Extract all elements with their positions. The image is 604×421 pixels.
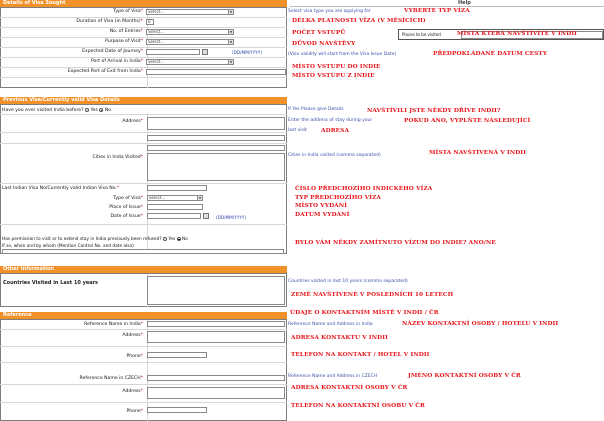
annotation-ref-india-name: NÁZEV KONTAKTNÍ OSOBY / HOTELU V INDII [402, 321, 559, 327]
purpose-label: Purpose of Visit* [105, 39, 143, 44]
section-header-previous-visa: Previous Visa/Currently valid Visa Detai… [0, 97, 287, 104]
places-visited-label: Places to be visited [402, 32, 441, 37]
prev-address-line2[interactable] [147, 135, 285, 141]
annotation-last-visa-no: ČÍSLO PŘEDCHOZÍHO INDICKÉHO VÍZA [295, 186, 433, 192]
annotation-purpose: DŮVOD NÁVŠTĚVY [292, 41, 356, 47]
refused-question: Has permission to visit or to extend sta… [2, 237, 188, 242]
annotation-ref-czech-address: ADRESA KONTAKTNÍ OSOBY V ČR [291, 385, 408, 391]
annotation-refused: BYLO VÁM NĚKDY ZAMÍTNUTO VÍZUM DO INDIE?… [295, 240, 496, 246]
section-header-reference: Reference [0, 312, 287, 319]
annotation-port-arrival: MÍSTO VSTUPU DO INDIE [292, 64, 381, 70]
annotation-if-yes: POKUD ANO, VYPLŇTE NÁSLEDUJÍCÍ [404, 118, 531, 124]
refused-detail-input[interactable] [2, 249, 284, 254]
last-visa-no-input[interactable] [147, 185, 207, 191]
hint-address: Enter the address of stay during your [288, 118, 373, 123]
annotation-ref-czech-phone: TELEFON NA KONTAKTNÍ OSOBU V ČR [291, 403, 425, 409]
annotation-port-exit: MÍSTO VSTUPU Z INDIE [292, 73, 375, 79]
prev-address-label: Address* [122, 119, 143, 124]
annotation-journey-date: PŘEDPOKLÁDANÉ DATUM CESTY [433, 51, 548, 57]
hint-cities: Cities in India visited (comma separated… [288, 153, 381, 158]
ref-india-phone-label: Phone* [126, 354, 143, 359]
hint-visa-validity: (Visa validity will start from the Visa … [288, 52, 397, 57]
hint-last-visit: last visit [288, 128, 307, 133]
annotation-cities: MÍSTA NAVŠTÍVENÁ V INDII [429, 150, 527, 156]
ref-czech-address-label: Address* [122, 389, 143, 394]
ref-czech-address-textarea[interactable] [147, 387, 285, 399]
journey-date-input[interactable] [146, 49, 200, 55]
prev-visa-type-select[interactable]: Select... ▼ [147, 195, 203, 201]
date-issue-label: Date of Issue* [110, 214, 143, 219]
prev-visa-type-label: Type of Visa* [113, 196, 143, 201]
countries-visited-textarea[interactable] [147, 276, 285, 305]
refused-no-radio[interactable] [176, 237, 181, 241]
dropdown-arrow-icon: ▼ [228, 10, 233, 14]
date-issue-input[interactable] [147, 213, 201, 219]
ref-india-name-label: Reference Name in India* [84, 322, 143, 327]
place-issue-label: Place of Issue* [109, 205, 143, 210]
port-exit-label: Expected Port of Exit from India* [67, 69, 143, 74]
last-visa-no-label: Last Indian Visa No/Currently valid Indi… [2, 186, 120, 191]
prev-address-line3[interactable] [147, 145, 285, 151]
duration-input[interactable]: 0 [146, 19, 154, 25]
section-header-visa-sought: Details of Visa Sought [0, 0, 287, 7]
prev-address-textarea[interactable] [147, 117, 285, 130]
journey-date-label: Expected Date of Journey* [82, 49, 143, 54]
hint-ref-czech: Reference Name and Address in CZECH [288, 374, 378, 379]
visited-before-label: Have you ever visited India before? Yes … [2, 108, 112, 113]
dropdown-arrow-icon: ▼ [197, 196, 202, 200]
ref-india-phone-input[interactable] [147, 352, 207, 358]
hint-places: If Yes Please give Details [288, 107, 344, 112]
dropdown-arrow-icon: ▼ [228, 40, 233, 44]
annotation-visa-type: VYBERTE TYP VÍZA [404, 8, 470, 14]
duration-label: Duration of Visa (in Months)* [76, 19, 143, 24]
refused-yes-radio[interactable] [162, 237, 167, 241]
visited-yes-radio[interactable] [85, 108, 89, 112]
dropdown-arrow-icon: ▼ [228, 60, 233, 64]
port-exit-input[interactable] [146, 69, 286, 75]
help-title: Help [458, 0, 471, 6]
visa-type-select[interactable]: Select... ▼ [146, 9, 234, 15]
help-header: Help [290, 0, 604, 7]
calendar-icon[interactable] [202, 49, 208, 55]
hint-countries: Countries visited in last 10 years (comm… [288, 279, 408, 284]
annotation-ref-czech-name: JMÉNO KONTAKTNÍ OSOBY V ČR [408, 373, 521, 379]
annotation-visited-before: NAVŠTÍVILI JSTE NĚKDY DŘÍVE INDII? [367, 108, 501, 114]
entries-label: No. of Entries* [109, 29, 143, 34]
date-issue-format: (DD/MM/YYYY) [216, 215, 246, 220]
section-header-other-info: Other Information [0, 266, 287, 273]
dropdown-arrow-icon: ▼ [228, 30, 233, 34]
annotation-date-issue: DATUM VYDÁNÍ [295, 212, 350, 218]
visa-type-label: Type of Visa* [113, 9, 143, 14]
annotation-place-issue: MÍSTO VYDÁNÍ [295, 203, 348, 209]
ref-india-name-input[interactable] [147, 321, 285, 327]
ref-czech-phone-label: Phone* [126, 409, 143, 414]
cities-visited-textarea[interactable] [147, 153, 285, 181]
annotation-prev-visa-type: TYP PŘEDCHOZÍHO VÍZA [295, 195, 382, 201]
port-arrival-select[interactable]: Select... ▼ [146, 59, 234, 65]
purpose-select[interactable]: Select... ▼ [146, 39, 234, 45]
annotation-ref-india-phone: TELEFON NA KONTAKT / HOTEL V INDII [291, 352, 430, 358]
cities-visited-label: Cities in India Visited* [92, 155, 143, 160]
journey-date-format: (DD/MM/YYYY) [232, 50, 262, 55]
hint-ref-india: Reference Name and Address in India [288, 322, 373, 327]
place-issue-input[interactable] [147, 204, 203, 210]
ref-india-address-label: Address* [122, 333, 143, 338]
ref-czech-name-input[interactable] [147, 375, 285, 381]
visited-no-radio[interactable] [99, 108, 104, 112]
calendar-icon[interactable] [203, 213, 209, 219]
ref-czech-phone-input[interactable] [147, 407, 207, 413]
annotation-countries: ZEMĚ NAVŠTÍVENÉ V POSLEDNÍCH 10 LETECH [291, 292, 454, 298]
annotation-ref-india-address: ADRESA KONTAKTU V INDII [291, 335, 388, 341]
annotation-entries: POČET VSTUPŮ [292, 30, 346, 36]
ref-czech-name-label: Reference Name in CZECH* [79, 376, 143, 381]
hint-visa-type: Select visa type you are applying for [288, 9, 371, 14]
annotation-contact-details: ÚDAJE O KONTAKTNÍM MÍSTĚ V INDII / ČR [290, 310, 439, 316]
port-arrival-label: Port of Arrival in India* [90, 59, 143, 64]
annotation-places: MÍSTA KTERÁ NAVŠTÍVÍTE V INDII [457, 31, 577, 37]
countries-visited-label: Countries Visited in Last 10 years [3, 280, 99, 286]
ref-india-address-textarea[interactable] [147, 331, 285, 343]
annotation-address: ADRESA [321, 128, 350, 134]
annotation-duration: DÉLKA PLATNOSTI VÍZA (V MĚSÍCÍCH) [292, 18, 426, 24]
entries-select[interactable]: Select... ▼ [146, 29, 234, 35]
